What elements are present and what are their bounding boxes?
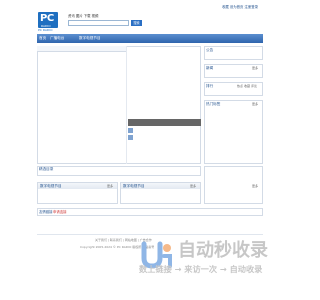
watermark-title: 自动秒收录 (178, 240, 268, 261)
tv-program-right-more[interactable]: 更多 (190, 184, 196, 188)
hot-tags-more-link[interactable]: 更多 (252, 102, 258, 106)
search-input[interactable] (68, 20, 129, 26)
search-button[interactable]: 搜索 (131, 20, 142, 26)
search-tabs: 资讯 图片 下载 视频 (68, 14, 98, 18)
tv-program-right-title: 数字电视节目 (123, 184, 145, 188)
top-link-homepage[interactable]: 设为首页 (230, 5, 244, 9)
search-tab-images[interactable]: 图片 (76, 14, 83, 18)
nav-item-digital-tv[interactable]: 数字电视节目 (79, 34, 101, 43)
logo-letters: PC (40, 13, 54, 24)
image-caption-bar (128, 119, 201, 126)
news-title: 新闻 (206, 66, 214, 70)
logo-caption: PC RADIO (38, 28, 53, 32)
top-link-favorite[interactable]: 收藏 (222, 5, 229, 9)
rank-tab-favorites[interactable]: 收藏 (244, 84, 250, 88)
main-content-panel (37, 46, 201, 164)
friend-links-label: 友情链接 (39, 210, 53, 214)
search-tab-download[interactable]: 下载 (84, 14, 91, 18)
top-link-login[interactable]: 注册登录 (245, 5, 259, 9)
search-tab-news[interactable]: 资讯 (68, 14, 75, 18)
featured-section-title: 精选目录 (39, 167, 54, 171)
main-nav (37, 34, 263, 43)
news-more-link[interactable]: 更多 (252, 66, 258, 70)
rank-tab-comments[interactable]: 评论 (251, 84, 257, 88)
rank-tabs: 热点 收藏 评论 (237, 84, 257, 88)
top-links: 收藏 设为首页 注册登录 (222, 5, 258, 9)
rank-tab-hot[interactable]: 热点 (237, 84, 243, 88)
friend-links-bar (37, 208, 263, 216)
right-bottom-more[interactable]: 更多 (252, 184, 258, 188)
slide-dot-2[interactable] (128, 135, 133, 140)
hot-tags-panel (204, 100, 263, 164)
notice-title: 公告 (206, 48, 214, 52)
footer-divider (37, 234, 263, 235)
watermark-subtitle: 数上链接 → 来访一次 → 自动收录 (139, 264, 263, 274)
content-divider (126, 46, 127, 164)
search-tab-video[interactable]: 视频 (92, 14, 99, 18)
tv-program-left-title: 数字电视节目 (40, 184, 62, 188)
rank-title: 排行 (206, 84, 214, 88)
nav-item-home[interactable]: 首页 (39, 34, 46, 43)
nav-item-radio[interactable]: 广播电台 (50, 34, 64, 43)
friend-links-apply[interactable]: 申请连接 (53, 210, 67, 214)
hot-tags-title: 热门标签 (206, 102, 221, 106)
featured-section-panel (37, 166, 201, 176)
slide-dot-1[interactable] (128, 128, 133, 133)
main-panel-header (37, 46, 127, 52)
tv-program-left-more[interactable]: 更多 (107, 184, 113, 188)
